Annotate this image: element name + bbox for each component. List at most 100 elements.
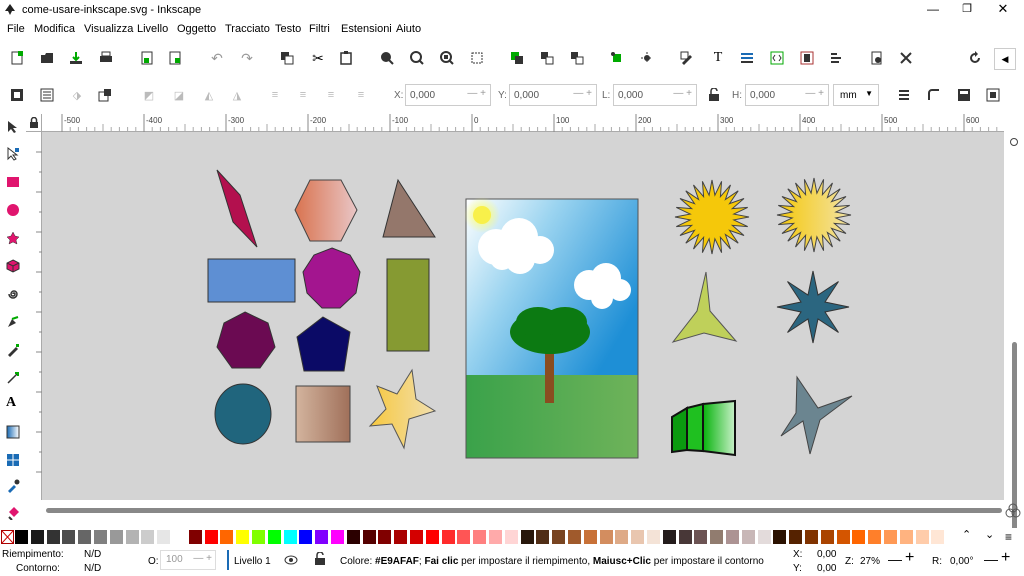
node-tool-icon[interactable] <box>6 147 20 161</box>
object-properties-icon[interactable] <box>830 51 844 65</box>
zoom-value[interactable]: 27% <box>860 556 880 567</box>
group-icon[interactable] <box>510 51 524 65</box>
color-swatch[interactable] <box>552 530 566 544</box>
raise-top-icon[interactable]: ≡ <box>266 86 284 104</box>
color-management-icon[interactable] <box>1004 502 1022 520</box>
scale-stroke-icon[interactable] <box>897 88 911 102</box>
new-document-icon[interactable] <box>10 51 24 65</box>
3d-box-shape[interactable] <box>671 399 736 457</box>
horizontal-scroll-thumb[interactable] <box>46 508 1002 513</box>
minimize-button[interactable]: — <box>922 2 944 18</box>
print-icon[interactable] <box>99 51 113 65</box>
spiral-tool-icon[interactable] <box>6 287 20 301</box>
color-swatch[interactable] <box>473 530 487 544</box>
palette-down-icon[interactable]: ⌄ <box>985 528 994 541</box>
height-field[interactable]: 0,000 — + <box>745 84 829 106</box>
import-icon[interactable] <box>140 51 154 65</box>
move-patterns-icon[interactable] <box>986 88 1000 102</box>
color-swatch[interactable] <box>346 530 360 544</box>
node-snap-icon[interactable] <box>640 51 654 65</box>
color-swatch[interactable] <box>741 530 755 544</box>
color-swatch[interactable] <box>267 530 281 544</box>
menu-livello[interactable]: Livello <box>137 23 168 35</box>
star-tool-icon[interactable] <box>6 231 20 245</box>
star-gradient-shape[interactable] <box>368 368 437 450</box>
lower-bottom-icon[interactable]: ≡ <box>352 86 370 104</box>
close-button[interactable]: ✕ <box>992 1 1014 17</box>
zoom-correction-icon[interactable] <box>1010 138 1018 146</box>
nonagon-shape[interactable] <box>302 247 361 309</box>
zoom-in-button[interactable]: + <box>905 549 914 567</box>
menu-testo[interactable]: Testo <box>275 23 301 35</box>
cut-icon[interactable]: ✂ <box>309 49 327 67</box>
zoom-out-button[interactable]: — <box>888 551 902 567</box>
color-swatch[interactable] <box>109 530 123 544</box>
menu-modifica[interactable]: Modifica <box>34 23 75 35</box>
stroke-value[interactable]: N/D <box>84 563 101 574</box>
four-point-star-shape[interactable] <box>780 375 853 455</box>
rotate-plus-button[interactable]: + <box>1001 549 1010 567</box>
fill-stroke-icon[interactable] <box>680 51 694 65</box>
color-swatch[interactable] <box>899 530 913 544</box>
color-swatch[interactable] <box>125 530 139 544</box>
y-field[interactable]: 0,000 — + <box>509 84 597 106</box>
open-folder-icon[interactable] <box>40 51 54 65</box>
menu-filtri[interactable]: Filtri <box>309 23 330 35</box>
clone-icon[interactable] <box>570 51 584 65</box>
triangle-shape[interactable] <box>382 178 436 238</box>
rectangle-olive-shape[interactable] <box>386 258 430 352</box>
pen-tool-icon[interactable] <box>6 315 20 329</box>
color-swatch[interactable] <box>204 530 218 544</box>
color-swatch[interactable] <box>94 530 107 544</box>
parallelogram-shape[interactable] <box>216 169 258 248</box>
width-field[interactable]: 0,000 — + <box>613 84 697 106</box>
color-swatch[interactable] <box>915 530 929 544</box>
zoom-page-icon[interactable] <box>440 51 454 65</box>
redo-icon[interactable]: ↷ <box>238 49 256 67</box>
color-swatch[interactable] <box>236 530 250 544</box>
color-swatch[interactable] <box>331 530 344 544</box>
height-stepper[interactable]: — + <box>805 88 824 99</box>
flip-selection-icon[interactable] <box>98 88 112 102</box>
unit-select[interactable]: mm ▼ <box>833 84 879 106</box>
color-swatch[interactable] <box>836 530 850 544</box>
find-replace-icon[interactable] <box>870 51 884 65</box>
selector-tool-icon[interactable] <box>6 120 20 134</box>
palette-up-icon[interactable]: ⌃ <box>962 528 971 541</box>
color-swatch[interactable] <box>315 530 329 544</box>
fill-value[interactable]: N/D <box>84 549 101 560</box>
text-tool-icon[interactable]: A <box>6 395 16 411</box>
menu-file[interactable]: File <box>7 23 25 35</box>
hexagon-shape[interactable] <box>294 179 358 242</box>
opacity-stepper[interactable]: — + <box>193 553 212 564</box>
color-swatch[interactable] <box>220 530 234 544</box>
color-swatch[interactable] <box>805 530 818 544</box>
menu-estensioni[interactable]: Estensioni <box>341 23 392 35</box>
deselect-icon[interactable]: ⬗ <box>68 86 86 104</box>
rotate-ccw-icon[interactable]: ◩ <box>140 86 158 104</box>
sun-star-shape[interactable] <box>674 179 750 255</box>
color-swatch[interactable] <box>536 530 550 544</box>
preferences-icon[interactable] <box>899 51 913 65</box>
color-swatch[interactable] <box>62 530 76 544</box>
layers-icon[interactable] <box>740 51 754 65</box>
ellipse-tool-icon[interactable] <box>6 203 20 217</box>
color-swatch[interactable] <box>710 530 724 544</box>
menu-aiuto[interactable]: Aiuto <box>396 23 421 35</box>
color-swatch[interactable] <box>283 530 297 544</box>
color-swatch[interactable] <box>252 530 265 544</box>
flip-vertical-icon[interactable]: ◮ <box>228 86 246 104</box>
scale-corners-icon[interactable] <box>927 88 941 102</box>
color-swatch[interactable] <box>78 530 92 544</box>
layer-name[interactable]: Livello 1 <box>234 556 271 567</box>
raise-icon[interactable]: ≡ <box>294 86 312 104</box>
menu-oggetto[interactable]: Oggetto <box>177 23 216 35</box>
color-swatch[interactable] <box>884 530 897 544</box>
palette-menu-icon[interactable]: ≡ <box>1005 530 1012 544</box>
color-swatch[interactable] <box>726 530 739 544</box>
menu-visualizza[interactable]: Visualizza <box>84 23 133 35</box>
color-swatch[interactable] <box>931 530 945 544</box>
ruler-lock-corner[interactable] <box>26 114 42 132</box>
color-swatch[interactable] <box>568 530 581 544</box>
move-gradients-icon[interactable] <box>957 88 971 102</box>
